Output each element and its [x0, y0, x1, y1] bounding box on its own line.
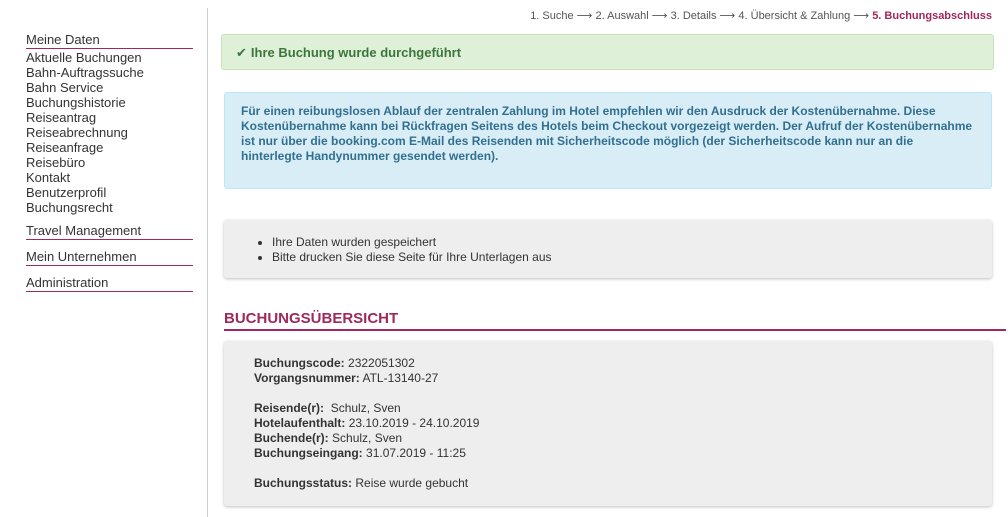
sidebar-item-aktuelle-buchungen[interactable]: Aktuelle Buchungen — [26, 50, 193, 65]
success-message: Ihre Buchung wurde durchgeführt — [250, 45, 462, 60]
sidebar-item-bahn-service[interactable]: Bahn Service — [26, 80, 193, 95]
summary-value-hotelaufenthalt: 23.10.2019 - 24.10.2019 — [348, 416, 480, 430]
step-separator: ⟶ — [719, 10, 736, 22]
sidebar-item-buchungshistorie[interactable]: Buchungshistorie — [26, 95, 193, 110]
sidebar-group-travel-management: Travel Management — [26, 223, 193, 240]
summary-label: Buchende(r): — [254, 431, 329, 445]
step-uebersicht-zahlung: 4. Übersicht & Zahlung — [738, 10, 851, 22]
sidebar-heading-travel-management[interactable]: Travel Management — [26, 223, 193, 240]
summary-row-hotelaufenthalt: Hotelaufenthalt: 23.10.2019 - 24.10.2019 — [254, 416, 962, 431]
sidebar-item-reiseantrag[interactable]: Reiseantrag — [26, 110, 193, 125]
booking-summary-panel: Buchungscode: 2322051302 Vorgangsnummer:… — [224, 341, 992, 506]
sidebar-item-bahn-auftragssuche[interactable]: Bahn-Auftragssuche — [26, 65, 193, 80]
booking-steps-breadcrumb: 1. Suche ⟶ 2. Auswahl ⟶ 3. Details ⟶ 4. … — [530, 9, 992, 22]
step-separator: ⟶ — [651, 10, 668, 22]
section-title-buchungsuebersicht: BUCHUNGSÜBERSICHT — [224, 310, 1006, 331]
summary-value-reisende: Schulz, Sven — [330, 401, 401, 415]
step-details: 3. Details — [670, 10, 717, 22]
summary-label: Buchungsstatus: — [254, 476, 353, 490]
summary-value-buchungseingang: 31.07.2019 - 11:25 — [366, 446, 466, 460]
summary-label: Buchungseingang: — [254, 446, 363, 460]
summary-value-vorgangsnummer: ATL-13140-27 — [362, 371, 439, 385]
sidebar-item-reiseabrechnung[interactable]: Reiseabrechnung — [26, 125, 193, 140]
sidebar-item-reisebuero[interactable]: Reisebüro — [26, 155, 193, 170]
summary-value-buchende: Schulz, Sven — [332, 431, 403, 445]
summary-row-buchungsstatus: Buchungsstatus: Reise wurde gebucht — [254, 476, 962, 491]
summary-label: Reisende(r): — [254, 401, 325, 415]
notes-panel: Ihre Daten wurden gespeichert Bitte druc… — [224, 220, 992, 278]
notes-list: Ihre Daten wurden gespeichert Bitte druc… — [224, 235, 992, 265]
sidebar-group-administration: Administration — [26, 275, 193, 292]
info-message: Für einen reibungslosen Ablauf der zentr… — [241, 104, 973, 163]
sidebar-item-reiseanfrage[interactable]: Reiseanfrage — [26, 140, 193, 155]
success-alert: ✔ Ihre Buchung wurde durchgeführt — [221, 34, 994, 70]
summary-row-buchungseingang: Buchungseingang: 31.07.2019 - 11:25 — [254, 446, 962, 461]
summary-row-buchungscode: Buchungscode: 2322051302 — [254, 356, 962, 371]
sidebar-heading-mein-unternehmen[interactable]: Mein Unternehmen — [26, 249, 193, 266]
summary-value-buchungsstatus: Reise wurde gebucht — [355, 476, 469, 490]
summary-label: Vorgangsnummer: — [254, 371, 360, 385]
step-separator: ⟶ — [576, 10, 593, 22]
summary-value-buchungscode: 2322051302 — [348, 356, 415, 370]
summary-label: Hotelaufenthalt: — [254, 416, 346, 430]
sidebar-navigation: Meine Daten Aktuelle Buchungen Bahn-Auft… — [16, 8, 208, 517]
sidebar-group-meine-daten: Meine Daten Aktuelle Buchungen Bahn-Auft… — [26, 32, 193, 215]
list-item: Bitte drucken Sie diese Seite für Ihre U… — [272, 250, 992, 265]
summary-row-vorgangsnummer: Vorgangsnummer: ATL-13140-27 — [254, 371, 962, 386]
sidebar-heading-meine-daten[interactable]: Meine Daten — [26, 32, 193, 49]
sidebar-item-buchungsrecht[interactable]: Buchungsrecht — [26, 200, 193, 215]
step-auswahl: 2. Auswahl — [595, 10, 649, 22]
step-buchungsabschluss-active: 5. Buchungsabschluss — [872, 10, 992, 22]
sidebar-heading-administration[interactable]: Administration — [26, 275, 193, 292]
summary-row-reisende: Reisende(r): Schulz, Sven — [254, 401, 962, 416]
sidebar-group-mein-unternehmen: Mein Unternehmen — [26, 249, 193, 266]
step-separator: ⟶ — [853, 10, 870, 22]
step-suche: 1. Suche — [530, 10, 574, 22]
summary-row-buchende: Buchende(r): Schulz, Sven — [254, 431, 962, 446]
sidebar-item-kontakt[interactable]: Kontakt — [26, 170, 193, 185]
info-alert: Für einen reibungslosen Ablauf der zentr… — [224, 92, 992, 189]
check-icon: ✔ — [236, 45, 247, 60]
list-item: Ihre Daten wurden gespeichert — [272, 235, 992, 250]
sidebar-item-benutzerprofil[interactable]: Benutzerprofil — [26, 185, 193, 200]
summary-label: Buchungscode: — [254, 356, 345, 370]
